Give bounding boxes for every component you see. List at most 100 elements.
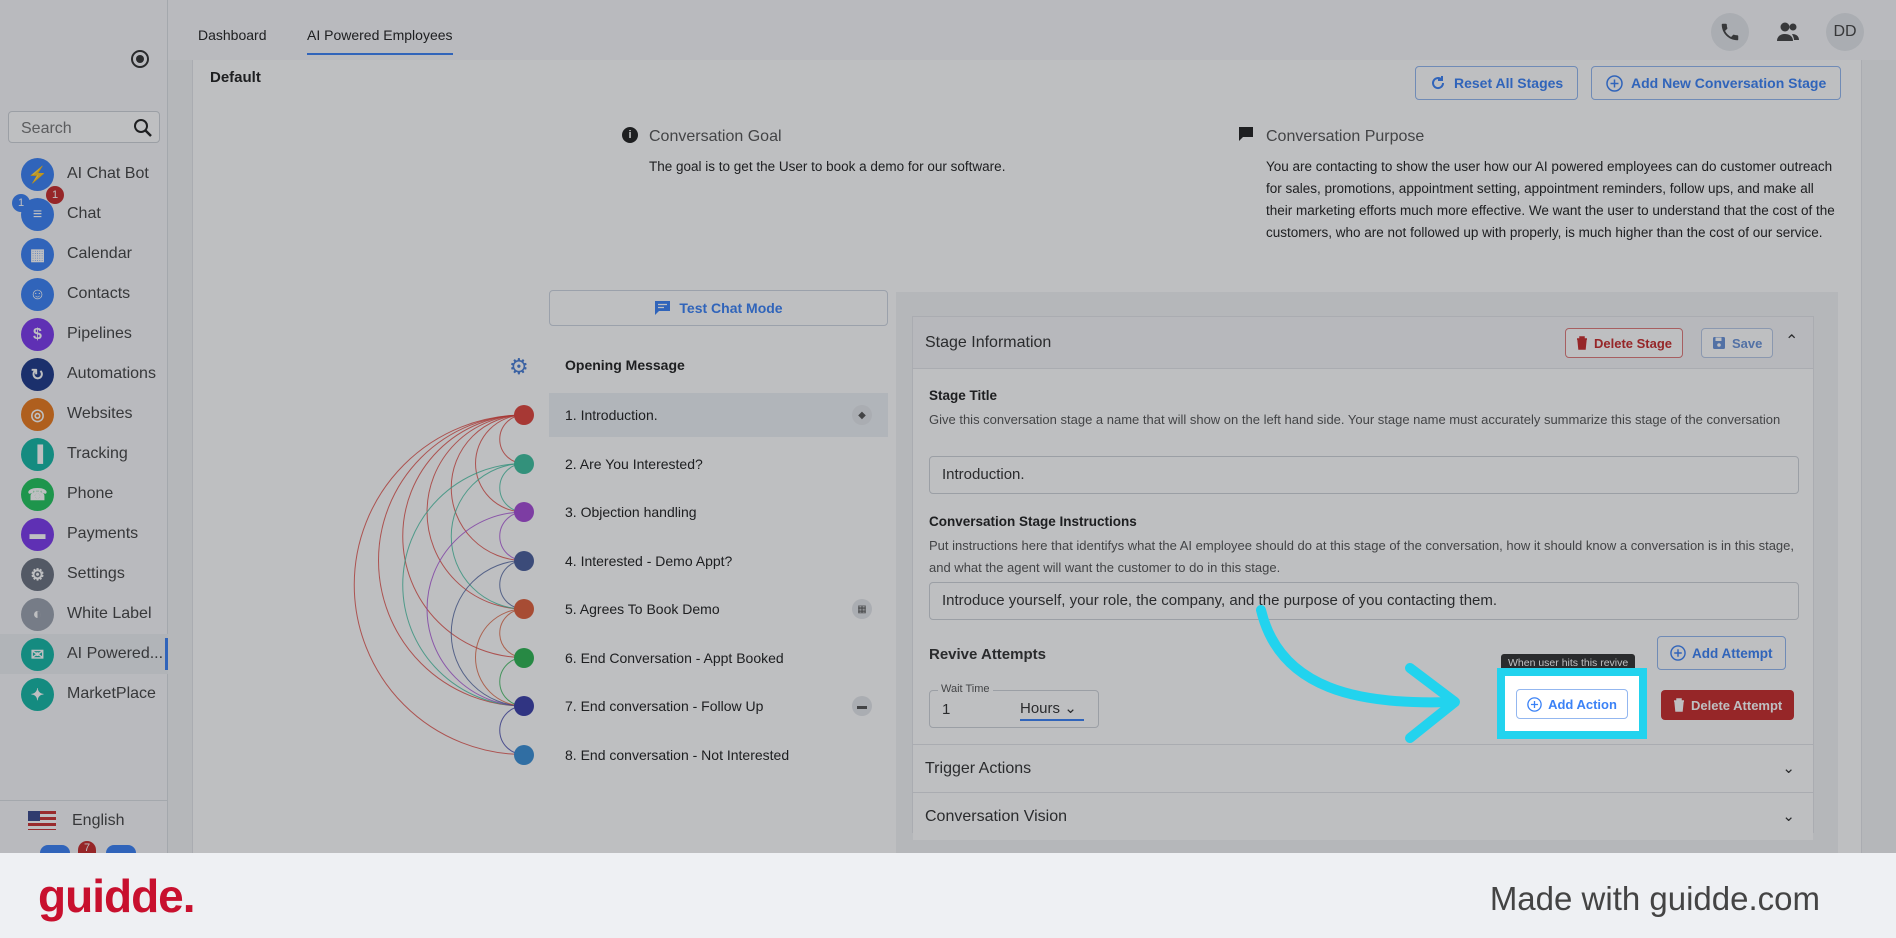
sidebar-item-websites[interactable]: ◎ Websites <box>0 394 168 434</box>
sidebar-item-chat[interactable]: ≡ Chat 1 1 <box>0 186 168 234</box>
test-chat-mode-button[interactable]: Test Chat Mode <box>549 290 888 326</box>
stage-list-item[interactable]: 3. Objection handling <box>549 490 888 534</box>
stage-dot <box>514 696 534 716</box>
user-avatar[interactable]: DD <box>1826 13 1864 51</box>
radio-icon[interactable] <box>131 50 149 68</box>
sidebar-nav: ⚡ AI Chat Bot ≡ Chat 1 1 ▦ Calendar ☺ Contacts $ Pi… <box>0 154 168 714</box>
stage-dot <box>514 550 534 571</box>
sidebar-item-label: Contacts <box>67 285 131 302</box>
opening-message[interactable]: Opening Message <box>565 357 685 373</box>
globe-icon: ◎ <box>21 398 54 431</box>
message-icon: ▬ <box>852 696 872 716</box>
sidebar-item-automations[interactable]: ↻ Automations <box>0 354 168 394</box>
add-attempt-label: Add Attempt <box>1692 645 1773 661</box>
section-label: Default <box>210 69 261 86</box>
phone-icon <box>1721 23 1739 41</box>
add-attempt-button[interactable]: Add Attempt <box>1657 636 1786 670</box>
stage-information-panel: Stage Information Delete Stage Save ⌃ St… <box>912 316 1814 840</box>
sidebar-item-contacts[interactable]: ☺ Contacts <box>0 274 168 314</box>
stage-dot <box>514 405 534 425</box>
stage-list-item[interactable]: 5. Agrees To Book Demo ▦ <box>549 587 888 631</box>
add-stage-label: Add New Conversation Stage <box>1631 75 1827 91</box>
sidebar-item-tracking[interactable]: ▐ Tracking <box>0 434 168 474</box>
sidebar-item-settings[interactable]: ⚙ Settings <box>0 554 168 594</box>
purpose-title: Conversation Purpose <box>1266 128 1425 145</box>
support-button[interactable] <box>106 845 136 853</box>
revive-attempts-label: Revive Attempts <box>929 646 1046 663</box>
save-button[interactable]: Save <box>1701 328 1774 358</box>
sidebar-item-label: MarketPlace <box>67 685 156 702</box>
stage-list-item[interactable]: 7. End conversation - Follow Up ▬ <box>549 684 888 728</box>
delete-attempt-button[interactable]: Delete Attempt <box>1661 690 1795 720</box>
search-input[interactable]: Search <box>8 111 160 143</box>
message-icon <box>655 301 671 315</box>
marketplace-icon: ✦ <box>21 678 54 711</box>
pointer-arrow-icon <box>1256 605 1460 743</box>
stage-list-item[interactable]: 4. Interested - Demo Appt? <box>549 539 888 583</box>
instructions-help: Put instructions here that identifys wha… <box>929 538 1794 575</box>
add-stage-button[interactable]: Add New Conversation Stage <box>1591 66 1842 100</box>
sidebar-item-marketplace[interactable]: ✦ MarketPlace <box>0 674 168 714</box>
stage-connections-graph <box>353 414 525 755</box>
sidebar-item-label: Chat <box>67 205 101 222</box>
sidebar-item-phone[interactable]: ☎ Phone <box>0 474 168 514</box>
plus-circle-icon <box>1670 645 1686 661</box>
sidebar-item-calendar[interactable]: ▦ Calendar <box>0 234 168 274</box>
reset-all-stages-button[interactable]: Reset All Stages <box>1415 66 1579 100</box>
chevron-down-icon: ⌄ <box>1782 808 1795 825</box>
refresh-icon <box>1432 76 1445 90</box>
conversation-vision-accordion[interactable]: Conversation Vision ⌄ <box>913 792 1813 840</box>
count-badge: 1 <box>12 194 30 212</box>
stage-title-input[interactable]: Introduction. <box>929 456 1799 494</box>
trash-icon <box>1674 698 1684 712</box>
chart-icon: ▐ <box>21 438 54 471</box>
stage-list-item[interactable]: 1. Introduction. ◆ <box>549 393 888 437</box>
test-chat-label: Test Chat Mode <box>679 300 783 316</box>
sidebar-item-label: AI Powered... <box>67 645 164 662</box>
save-icon <box>1713 337 1725 349</box>
notification-badge: 7 <box>78 841 96 854</box>
stage-list-item[interactable]: 2. Are You Interested? <box>549 442 888 486</box>
sidebar: Search ⚡ AI Chat Bot ≡ Chat 1 1 ▦ Calendar ☺ Cont… <box>0 0 168 854</box>
guidde-logo: guidde. <box>38 870 196 922</box>
phone-button[interactable] <box>1711 13 1749 51</box>
notification-badge: 1 <box>46 186 64 204</box>
search-icon <box>134 119 152 137</box>
wait-time-value[interactable]: 1 <box>942 701 950 718</box>
sidebar-item-white-label[interactable]: ◐ White Label <box>0 594 168 634</box>
wait-time-label: Wait Time <box>938 683 993 695</box>
sidebar-item-pipelines[interactable]: $ Pipelines <box>0 314 168 354</box>
sidebar-item-ai-chat-bot[interactable]: ⚡ AI Chat Bot <box>0 154 168 194</box>
sidebar-item-ai-powered[interactable]: ✉ AI Powered... <box>0 634 168 674</box>
delete-stage-button[interactable]: Delete Stage <box>1565 328 1684 358</box>
help-button[interactable] <box>40 845 70 853</box>
stage-dot <box>514 647 534 668</box>
sidebar-item-label: Phone <box>67 485 114 502</box>
stage-label: 1. Introduction. <box>565 407 658 423</box>
gear-icon[interactable]: ⚙ <box>509 354 529 380</box>
sidebar-item-label: Calendar <box>67 245 132 262</box>
wait-unit-select[interactable]: Hours ⌄ <box>1020 699 1084 721</box>
calendar-icon: ▦ <box>852 599 872 619</box>
trash-icon <box>1577 336 1587 350</box>
gear-icon: ⚙ <box>21 558 54 591</box>
automation-icon: ↻ <box>21 358 54 391</box>
wait-time-field[interactable]: Wait Time 1 Hours ⌄ <box>929 683 1099 728</box>
stage-list-item[interactable]: 6. End Conversation - Appt Booked <box>549 636 888 680</box>
tab-dashboard[interactable]: Dashboard <box>198 27 267 43</box>
language-selector[interactable]: English <box>0 800 168 840</box>
delete-attempt-label: Delete Attempt <box>1691 697 1783 713</box>
tab-ai-powered-employees[interactable]: AI Powered Employees <box>307 27 453 55</box>
save-label: Save <box>1732 335 1763 351</box>
users-button[interactable] <box>1769 13 1807 51</box>
sidebar-item-label: Websites <box>67 405 133 422</box>
conversation-vision-label: Conversation Vision <box>925 808 1068 825</box>
stage-dot <box>514 502 534 522</box>
chevron-up-icon[interactable]: ⌃ <box>1785 331 1798 351</box>
panel-header[interactable]: Stage Information Delete Stage Save ⌃ <box>913 317 1813 369</box>
sidebar-item-payments[interactable]: ▬ Payments <box>0 514 168 554</box>
top-bar: Dashboard AI Powered Employees DD <box>168 0 1896 60</box>
stage-list-item[interactable]: 8. End conversation - Not Interested <box>549 733 888 777</box>
info-icon: i <box>622 127 638 143</box>
trigger-actions-accordion[interactable]: Trigger Actions ⌄ <box>913 744 1813 792</box>
